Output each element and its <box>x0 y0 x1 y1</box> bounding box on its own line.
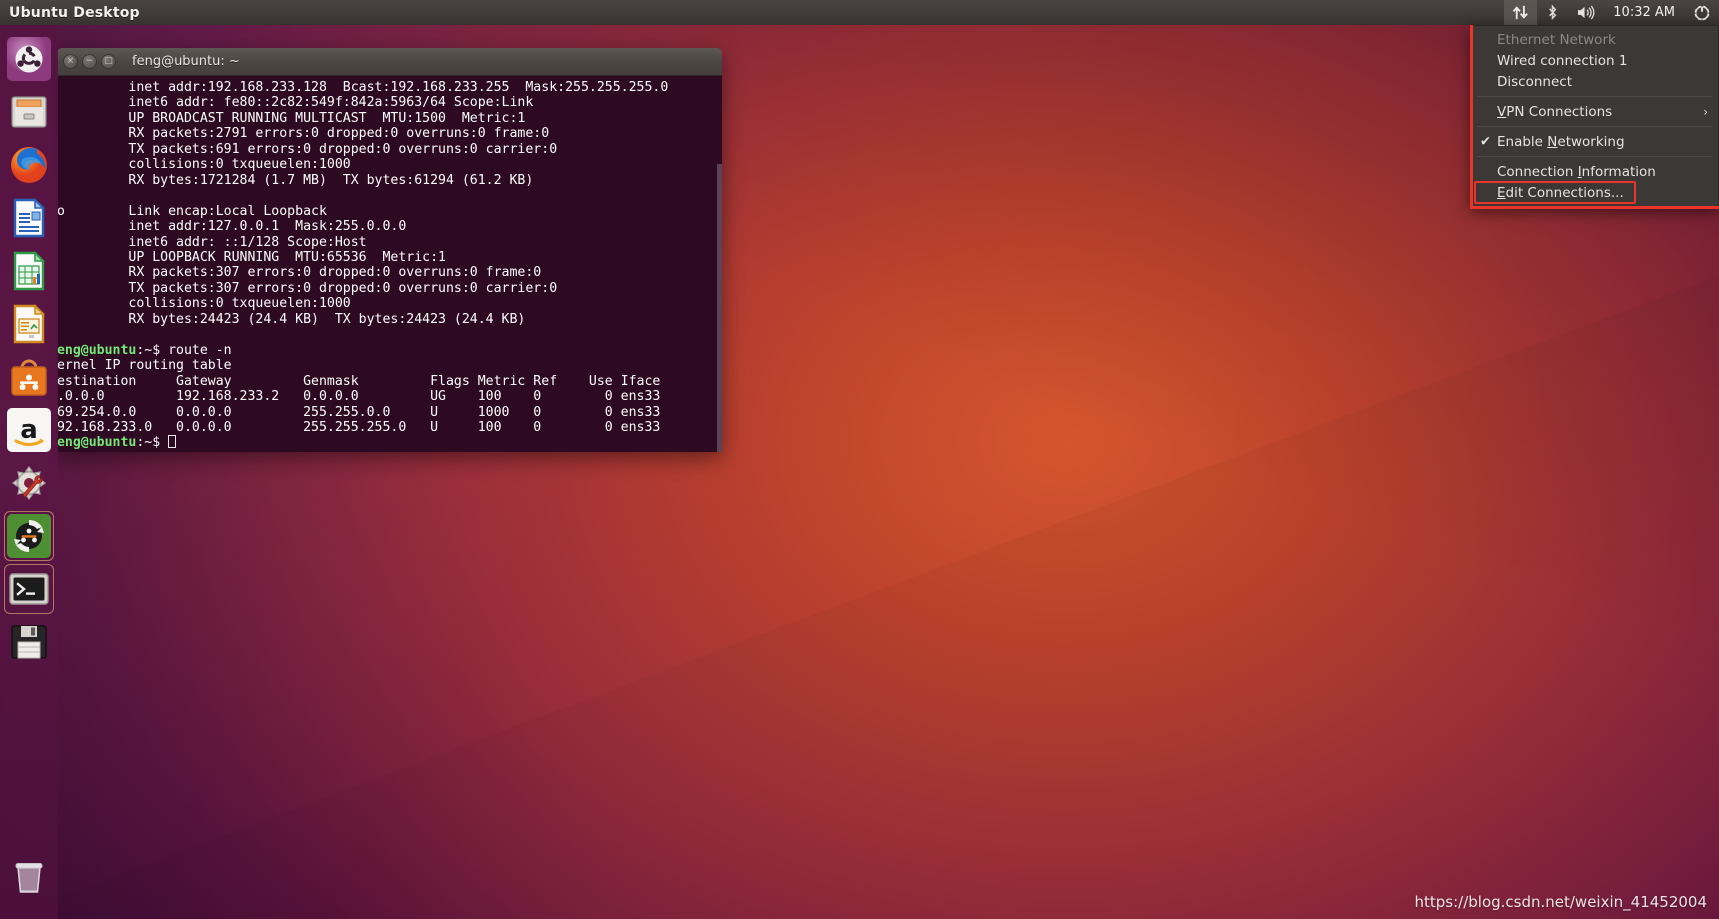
menu-separator <box>1477 156 1712 157</box>
menu-item-connection-information[interactable]: Connection Information <box>1471 161 1718 182</box>
network-updown-icon-svg <box>1512 4 1529 21</box>
terminal-window[interactable]: × − □ feng@ubuntu: ~ inet addr:192.168.2… <box>57 48 722 452</box>
terminal-scrollbar[interactable] <box>717 164 722 452</box>
bluetooth-icon-svg <box>1545 4 1560 21</box>
checkmark-icon: ✔ <box>1480 134 1491 149</box>
floppy-disk-icon <box>7 620 51 664</box>
terminal-title: feng@ubuntu: ~ <box>132 54 240 69</box>
watermark: https://blog.csdn.net/weixin_41452004 <box>1414 893 1707 911</box>
menu-item-label: Enable Networking <box>1497 134 1625 150</box>
bluetooth-icon[interactable] <box>1537 0 1568 25</box>
volume-icon[interactable] <box>1568 0 1603 25</box>
top-panel: Ubuntu Desktop 10:32 AM <box>0 0 1719 25</box>
launcher-item-trash[interactable] <box>5 852 53 900</box>
launcher-item-libreoffice-writer[interactable] <box>5 194 53 242</box>
menu-item-label: Wired connection 1 <box>1497 53 1628 69</box>
menu-item-label: Disconnect <box>1497 74 1572 90</box>
gear-power-icon-svg <box>1693 4 1711 22</box>
menu-item-label: Ethernet Network <box>1497 32 1616 48</box>
terminal-cursor <box>168 435 176 448</box>
menu-item-disconnect[interactable]: Disconnect <box>1471 71 1718 92</box>
menu-separator <box>1477 96 1712 97</box>
trash-bin-icon <box>7 854 51 898</box>
system-tray: 10:32 AM <box>1504 0 1719 25</box>
launcher-item-amazon[interactable]: a <box>5 406 53 454</box>
panel-title: Ubuntu Desktop <box>9 5 140 21</box>
window-maximize-button[interactable]: □ <box>101 54 116 69</box>
network-updown-icon[interactable] <box>1504 0 1537 25</box>
launcher-item-ubuntu-software[interactable] <box>5 353 53 401</box>
launcher-item-software-updater[interactable] <box>5 512 53 560</box>
calc-spreadsheet-icon <box>7 249 51 293</box>
clock[interactable]: 10:32 AM <box>1603 5 1685 20</box>
volume-icon-svg <box>1576 4 1595 21</box>
menu-item-label: Edit Connections... <box>1497 185 1624 201</box>
software-bag-icon <box>7 355 51 399</box>
menu-item-label: VPN Connections <box>1497 104 1612 120</box>
menu-item-label: Connection Information <box>1497 164 1656 180</box>
terminal-prompt-icon <box>7 567 51 611</box>
unity-launcher: a <box>0 25 58 919</box>
terminal-titlebar[interactable]: × − □ feng@ubuntu: ~ <box>57 48 722 76</box>
launcher-item-libreoffice-calc[interactable] <box>5 247 53 295</box>
launcher-item-dash-home[interactable] <box>5 35 53 83</box>
launcher-item-terminal[interactable] <box>5 565 53 613</box>
terminal-output: inet addr:192.168.233.128 Bcast:192.168.… <box>57 80 722 451</box>
firefox-icon <box>7 143 51 187</box>
gear-wrench-icon <box>7 461 51 505</box>
window-close-button[interactable]: × <box>63 54 78 69</box>
menu-separator <box>1477 126 1712 127</box>
menu-item-vpn-connections[interactable]: VPN Connections › <box>1471 101 1718 122</box>
update-refresh-icon <box>7 514 51 558</box>
menu-item-wired-connection-1[interactable]: Wired connection 1 <box>1471 50 1718 71</box>
launcher-item-files[interactable] <box>5 88 53 136</box>
menu-item-enable-networking[interactable]: ✔ Enable Networking <box>1471 131 1718 152</box>
menu-item-edit-connections[interactable]: Edit Connections... <box>1471 182 1718 203</box>
amazon-a-icon: a <box>7 408 51 452</box>
launcher-item-libreoffice-impress[interactable] <box>5 300 53 348</box>
network-menu: Ethernet Network Wired connection 1 Discon… <box>1470 25 1719 208</box>
launcher-item-system-settings[interactable] <box>5 459 53 507</box>
menu-item-ethernet-network: Ethernet Network <box>1471 29 1718 50</box>
ubuntu-logo-icon <box>7 37 51 81</box>
chevron-right-icon: › <box>1703 105 1708 119</box>
gear-power-icon[interactable] <box>1685 0 1719 25</box>
file-cabinet-icon <box>7 90 51 134</box>
writer-document-icon <box>7 196 51 240</box>
window-minimize-button[interactable]: − <box>82 54 97 69</box>
impress-presentation-icon <box>7 302 51 346</box>
svg-text:a: a <box>20 415 38 445</box>
launcher-item-disk-save[interactable] <box>5 618 53 666</box>
launcher-item-firefox[interactable] <box>5 141 53 189</box>
terminal-body[interactable]: inet addr:192.168.233.128 Bcast:192.168.… <box>57 76 722 452</box>
